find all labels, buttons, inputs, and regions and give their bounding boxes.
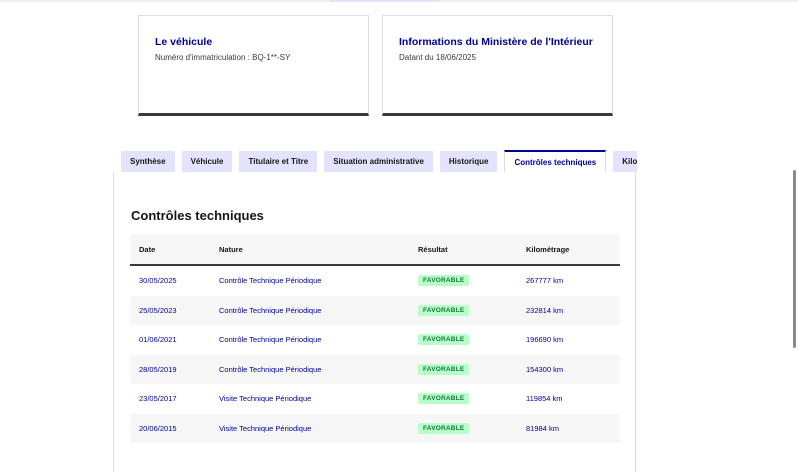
tab-list: Synthèse Véhicule Titulaire et Titre Sit…: [121, 150, 637, 173]
row-kilometrage: 154300 km: [526, 364, 564, 374]
header-nature: Nature: [219, 244, 243, 254]
result-badge: FAVORABLE: [418, 363, 470, 375]
result-badge: FAVORABLE: [418, 422, 470, 434]
tab-kilometrage[interactable]: Kilométrage: [613, 151, 637, 172]
result-badge: FAVORABLE: [418, 304, 470, 316]
table-row: 30/05/2025 Contrôle Technique Périodique…: [130, 266, 620, 296]
header-kilometrage: Kilométrage: [526, 244, 570, 254]
registration-number: Numéro d'immatriculation : BQ-1**-SY: [155, 53, 291, 62]
tab-situation-administrative[interactable]: Situation administrative: [324, 151, 433, 172]
table-row: 20/06/2015 Visite Technique Périodique F…: [130, 413, 620, 443]
section-title: Contrôles techniques: [131, 208, 264, 223]
row-nature: Contrôle Technique Périodique: [219, 305, 322, 315]
result-badge: FAVORABLE: [418, 393, 470, 405]
tab-historique[interactable]: Historique: [439, 151, 498, 172]
row-kilometrage: 119854 km: [526, 394, 563, 404]
top-accent: [330, 0, 440, 2]
row-nature: Contrôle Technique Périodique: [219, 364, 322, 374]
header-resultat: Résultat: [418, 244, 448, 254]
row-date: 25/05/2023: [139, 305, 177, 315]
ministry-info-card: Informations du Ministère de l'Intérieur…: [382, 15, 613, 116]
row-nature: Visite Technique Périodique: [219, 394, 312, 404]
controles-table: Date Nature Résultat Kilométrage 30/05/2…: [130, 234, 620, 443]
table-row: 01/06/2021 Contrôle Technique Périodique…: [130, 325, 620, 355]
tab-titulaire-et-titre[interactable]: Titulaire et Titre: [239, 151, 318, 172]
row-date: 23/05/2017: [139, 394, 177, 404]
tab-vehicule[interactable]: Véhicule: [181, 151, 233, 172]
tab-synthese[interactable]: Synthèse: [121, 151, 175, 172]
row-date: 28/05/2019: [139, 364, 177, 374]
result-badge: FAVORABLE: [418, 275, 470, 287]
vehicle-card-title: Le véhicule: [155, 36, 213, 48]
table-header: Date Nature Résultat Kilométrage: [130, 234, 620, 266]
row-date: 30/05/2025: [139, 276, 177, 286]
ministry-card-title: Informations du Ministère de l'Intérieur: [399, 36, 593, 48]
row-kilometrage: 232814 km: [526, 305, 564, 315]
row-nature: Visite Technique Périodique: [219, 423, 312, 433]
row-nature: Contrôle Technique Périodique: [219, 276, 322, 286]
row-kilometrage: 267777 km: [526, 276, 564, 286]
row-kilometrage: 196690 km: [526, 335, 564, 345]
tab-controles-techniques[interactable]: Contrôles techniques: [504, 150, 607, 172]
row-date: 20/06/2015: [139, 423, 177, 433]
page-scrollbar[interactable]: [793, 170, 796, 348]
top-border: [0, 0, 798, 2]
table-row: 23/05/2017 Visite Technique Périodique F…: [130, 384, 620, 414]
vehicle-card: Le véhicule Numéro d'immatriculation : B…: [138, 15, 369, 116]
ministry-card-date: Datant du 18/06/2025: [399, 53, 476, 62]
row-nature: Contrôle Technique Périodique: [219, 335, 322, 345]
header-date: Date: [139, 244, 156, 254]
table-row: 28/05/2019 Contrôle Technique Périodique…: [130, 354, 620, 384]
row-date: 01/06/2021: [139, 335, 177, 345]
table-row: 25/05/2023 Contrôle Technique Périodique…: [130, 295, 620, 325]
result-badge: FAVORABLE: [418, 334, 470, 346]
row-kilometrage: 81984 km: [526, 423, 559, 433]
